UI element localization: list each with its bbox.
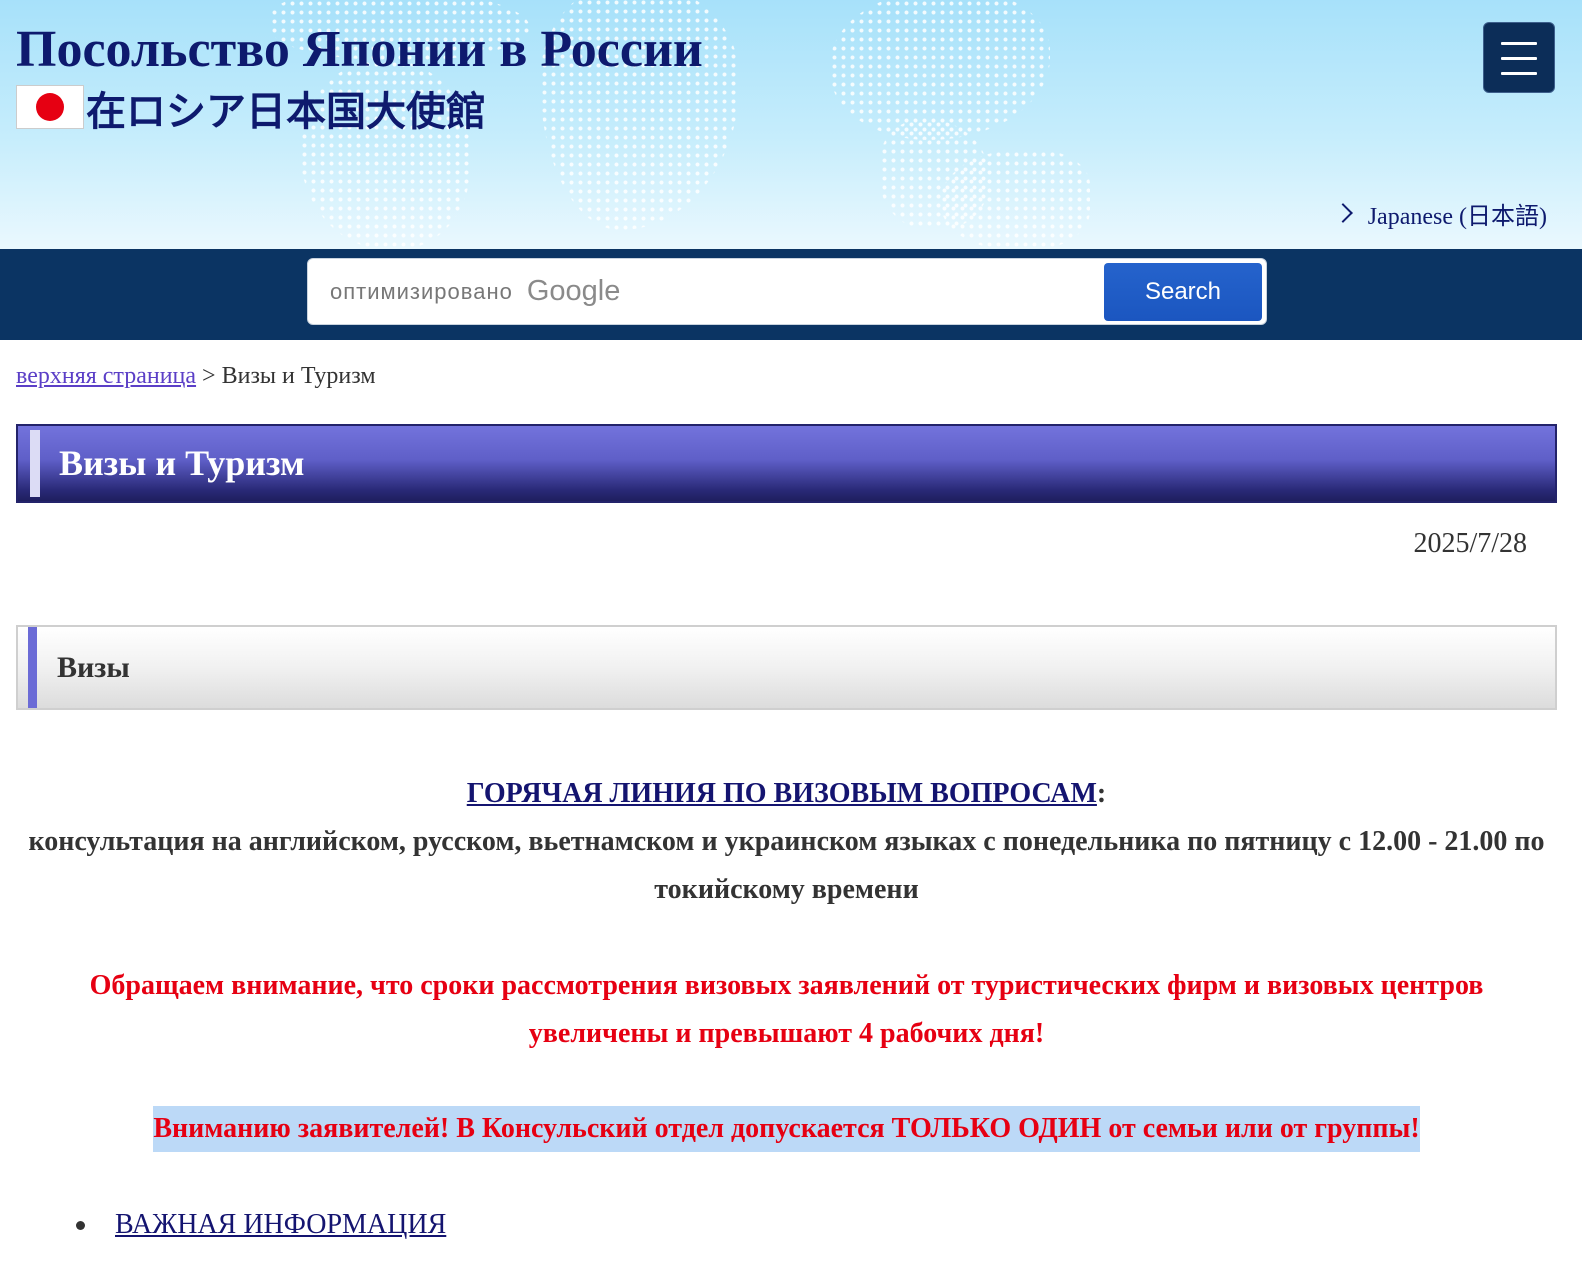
attention-notice: Вниманию заявителей! В Консульский отдел… <box>153 1106 1420 1152</box>
section-accent-bar <box>28 627 37 708</box>
hotline-colon: : <box>1096 778 1107 809</box>
world-map-dots <box>830 0 1050 140</box>
menu-button[interactable] <box>1483 22 1555 93</box>
hotline-text: консультация на английском, русском, вье… <box>28 826 1545 905</box>
list-bullet <box>76 1221 85 1230</box>
japanese-language-link[interactable]: Japanese (日本語) <box>1332 196 1547 230</box>
breadcrumb: верхняя страница > Визы и Туризм <box>16 360 376 392</box>
breadcrumb-separator: > <box>202 363 216 389</box>
title-accent-bar <box>30 430 40 497</box>
menu-bar <box>1501 57 1537 60</box>
world-map-dots <box>940 150 1090 249</box>
japan-flag-icon <box>16 85 84 129</box>
section-heading-box: Визы <box>16 625 1557 710</box>
page-title-bar: Визы и Туризм <box>16 424 1557 503</box>
search-button[interactable]: Search <box>1104 263 1262 321</box>
hotline-paragraph: ГОРЯЧАЯ ЛИНИЯ ПО ВИЗОВЫМ ВОПРОСАМ: консу… <box>16 770 1557 914</box>
section-title: Визы <box>57 651 130 684</box>
important-info-link[interactable]: ВАЖНАЯ ИНФОРМАЦИЯ <box>115 1201 446 1249</box>
breadcrumb-current: Визы и Туризм <box>221 363 376 389</box>
breadcrumb-home-link[interactable]: верхняя страница <box>16 363 196 389</box>
site-title-russian[interactable]: Посольство Японии в России <box>16 20 703 80</box>
search-bar-band: оптимизировано Google Search <box>0 249 1582 340</box>
language-link-label: Japanese (日本語) <box>1367 203 1547 230</box>
site-header: Посольство Японии в России 在ロシア日本国大使館 Ja… <box>0 0 1582 249</box>
processing-time-notice: Обращаем внимание, что сроки рассмотрени… <box>89 970 1484 1049</box>
hotline-link[interactable]: ГОРЯЧАЯ ЛИНИЯ ПО ВИЗОВЫМ ВОПРОСАМ <box>467 778 1097 809</box>
search-input[interactable] <box>320 265 1094 320</box>
search-box: оптимизировано Google Search <box>307 258 1267 325</box>
flag-sun <box>36 93 64 121</box>
chevron-right-icon <box>1332 203 1353 223</box>
site-title-japanese[interactable]: 在ロシア日本国大使館 <box>86 86 486 138</box>
publish-date: 2025/7/28 <box>1413 528 1527 559</box>
page-title: Визы и Туризм <box>59 443 305 483</box>
menu-bar <box>1501 42 1537 45</box>
attention-notice-wrapper: Вниманию заявителей! В Консульский отдел… <box>16 1106 1557 1152</box>
menu-bar <box>1501 72 1537 75</box>
